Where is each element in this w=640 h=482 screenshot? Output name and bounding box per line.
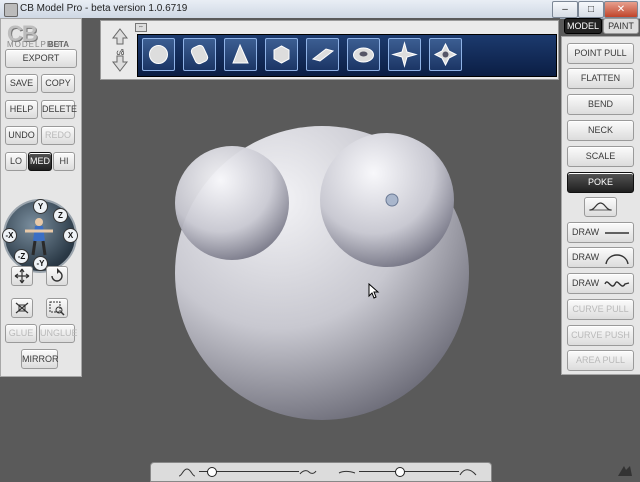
strength-flat-icon — [338, 471, 356, 474]
strength-slider[interactable] — [337, 466, 477, 478]
poke-marker — [385, 193, 399, 207]
model-eye-left[interactable] — [175, 146, 289, 260]
draw-arc-button[interactable]: DRAW — [567, 247, 634, 268]
axis-z-neg[interactable]: -Z — [14, 249, 29, 264]
area-pull-button[interactable]: AREA PULL — [567, 350, 634, 371]
minimize-button[interactable]: – — [552, 1, 578, 18]
zoom-fit-button[interactable] — [11, 298, 33, 318]
maximize-button[interactable]: □ — [578, 1, 604, 18]
torus-primitive-button[interactable] — [347, 38, 380, 71]
help-button[interactable]: HELP — [5, 100, 38, 119]
sphere-icon — [149, 45, 168, 64]
cone-primitive-button[interactable] — [224, 38, 257, 71]
falloff-button[interactable] — [584, 197, 617, 217]
draw-wave-label: DRAW — [572, 278, 600, 288]
tray-collapse-icon[interactable]: ⇔ — [135, 23, 147, 32]
axis-x-neg[interactable]: -X — [2, 228, 17, 243]
export-button[interactable]: EXPORT — [5, 49, 77, 68]
tab-paint[interactable]: PAINT — [603, 18, 639, 34]
sphere-primitive-button[interactable] — [142, 38, 175, 71]
copy-button[interactable]: COPY — [41, 74, 75, 93]
tab-model[interactable]: MODEL — [564, 18, 602, 34]
left-tool-panel: CB MODELPRO BETA EXPORT SAVE COPY HELP D… — [0, 18, 82, 377]
torus-icon — [353, 47, 374, 63]
cube-primitive-button[interactable] — [265, 38, 298, 71]
strength-slider-thumb[interactable] — [395, 467, 405, 477]
save-button[interactable]: SAVE — [5, 74, 38, 93]
mode-tabs: MODEL PAINT — [562, 18, 640, 34]
bottom-slider-bar — [150, 462, 492, 482]
arc-stroke-icon — [605, 254, 629, 265]
flatten-button[interactable]: FLATTEN — [567, 68, 634, 89]
draw-line-button[interactable]: DRAW — [567, 222, 634, 243]
draw-arc-label: DRAW — [572, 252, 600, 262]
strength-slider-track — [359, 471, 459, 472]
cylinder-primitive-button[interactable] — [183, 38, 216, 71]
star-primitive-button[interactable] — [388, 38, 421, 71]
neck-button[interactable]: NECK — [567, 120, 634, 141]
size-falloff-icon — [178, 468, 196, 477]
size-slider-thumb[interactable] — [207, 467, 217, 477]
glue-button[interactable]: GLUE — [5, 324, 37, 343]
cube-icon — [273, 45, 290, 64]
curve-pull-button[interactable]: CURVE PULL — [567, 299, 634, 320]
delete-button[interactable]: DELETE — [41, 100, 77, 119]
undo-button[interactable]: UNDO — [5, 126, 38, 145]
star-alt-icon — [433, 42, 458, 67]
star-alt-primitive-button[interactable] — [429, 38, 462, 71]
axis-x-pos[interactable]: X — [63, 228, 78, 243]
line-stroke-icon — [605, 232, 629, 234]
right-tool-panel: POINT PULL FLATTEN BEND NECK SCALE POKE … — [561, 36, 640, 375]
zoom-region-button[interactable] — [46, 298, 68, 318]
close-button[interactable]: ✕ — [604, 1, 638, 18]
title-bar: CB Model Pro - beta version 1.0.6719 – □… — [0, 0, 640, 19]
strength-wave-icon — [459, 469, 477, 476]
dassault-logo-icon — [618, 466, 632, 476]
tray-nav[interactable]: ൾ — [109, 26, 131, 74]
window-title: CB Model Pro - beta version 1.0.6719 — [20, 3, 188, 14]
move-icon — [14, 268, 30, 284]
redo-button[interactable]: REDO — [41, 126, 75, 145]
tray-arrows-icon[interactable]: ൾ — [109, 26, 131, 74]
axis-z-pos[interactable]: Z — [53, 208, 68, 223]
rotate-icon — [51, 268, 63, 282]
bend-button[interactable]: BEND — [567, 94, 634, 115]
poke-button[interactable]: POKE — [567, 172, 634, 193]
plane-icon — [311, 48, 335, 62]
wave-stroke-icon — [604, 281, 630, 287]
point-pull-button[interactable]: POINT PULL — [567, 43, 634, 64]
mirror-button[interactable]: MIRROR — [21, 349, 59, 369]
app-icon — [4, 3, 18, 17]
draw-line-label: DRAW — [572, 227, 600, 237]
viewport-3d[interactable] — [82, 18, 560, 480]
logo-beta: BETA — [47, 40, 69, 49]
cylinder-icon — [190, 44, 209, 65]
cone-icon — [232, 43, 249, 64]
size-wave-icon — [299, 470, 317, 475]
draw-wave-button[interactable]: DRAW — [567, 273, 634, 294]
resolution-med-button[interactable]: MED — [28, 152, 52, 171]
scale-button[interactable]: SCALE — [567, 146, 634, 167]
view-orientation-gizmo[interactable]: Y -Y X -X Z -Z — [2, 199, 78, 273]
curve-push-button[interactable]: CURVE PUSH — [567, 325, 634, 346]
pan-button[interactable] — [11, 266, 33, 286]
plane-primitive-button[interactable] — [306, 38, 339, 71]
resolution-lo-button[interactable]: LO — [5, 152, 27, 171]
mouse-cursor-icon — [368, 283, 380, 299]
falloff-curve-icon — [589, 202, 612, 211]
rotate-button[interactable] — [46, 266, 68, 286]
primitive-strip — [137, 34, 557, 77]
zoom-fit-icon — [15, 302, 29, 314]
unglue-button[interactable]: UNGLUE — [39, 324, 78, 343]
star-icon — [391, 41, 418, 68]
axis-y-pos[interactable]: Y — [33, 199, 48, 214]
primitive-tray: ⇔ ൾ — [100, 20, 559, 80]
zoom-region-icon — [49, 301, 65, 316]
size-slider[interactable] — [177, 466, 317, 478]
resolution-hi-button[interactable]: HI — [53, 152, 75, 171]
